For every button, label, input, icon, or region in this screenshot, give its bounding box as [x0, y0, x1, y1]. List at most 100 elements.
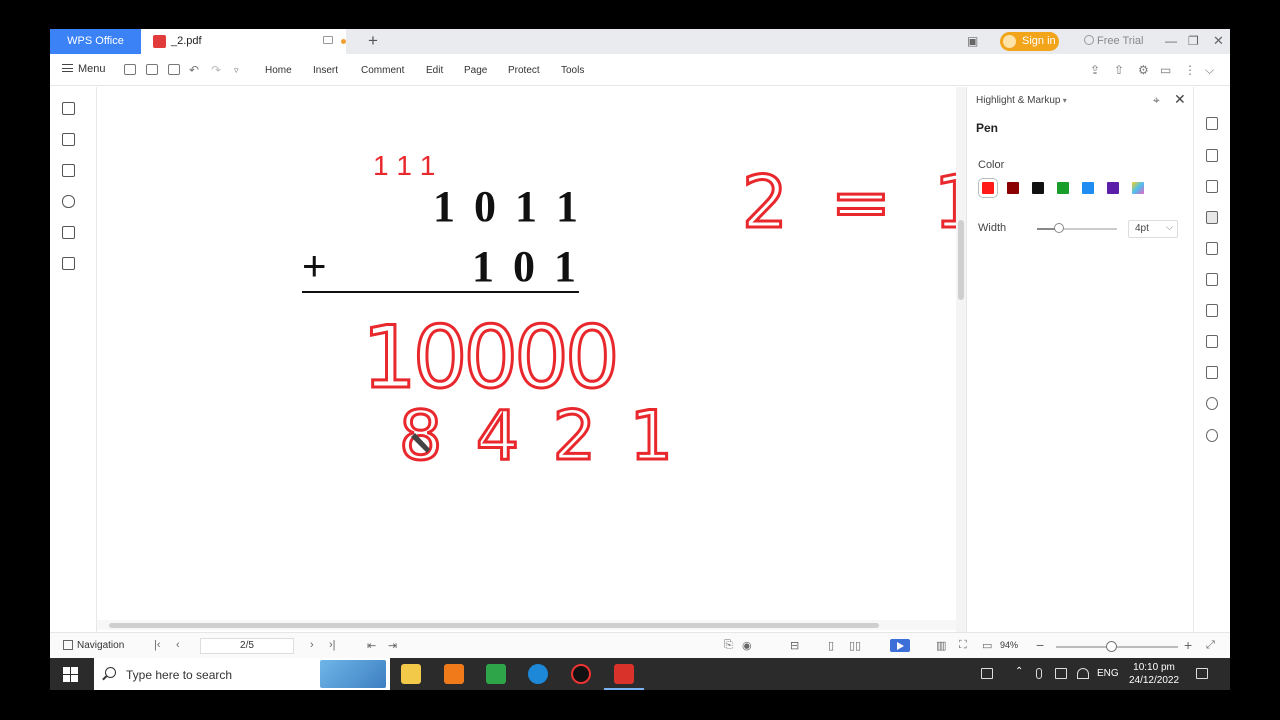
color-swatch-5b1ea8[interactable]	[1107, 182, 1119, 194]
more-icon[interactable]: ⋮	[1184, 63, 1196, 77]
width-select[interactable]: 4pt	[1128, 219, 1178, 238]
comment-icon[interactable]: ▭	[1160, 63, 1171, 77]
tab-insert[interactable]: Insert	[313, 65, 338, 76]
tab-page[interactable]: Page	[464, 65, 487, 76]
color-swatch-ff1a1a[interactable]	[978, 178, 998, 198]
back-icon[interactable]: ⇤	[367, 639, 376, 652]
panel-title-dropdown[interactable]: Highlight & Markup	[976, 95, 1067, 106]
close-panel-icon[interactable]: ✕	[1174, 91, 1186, 108]
export-icon[interactable]: ⎘	[724, 639, 733, 652]
menu-button[interactable]: Menu	[62, 63, 106, 75]
zoom-dropdown-icon[interactable]: ▭	[982, 639, 992, 652]
window-layout-icon[interactable]: ▣	[967, 34, 978, 48]
taskbar-search[interactable]: Type here to search	[94, 658, 390, 690]
share-icon[interactable]: ⇧	[1114, 63, 1124, 77]
color-swatch-8b0000[interactable]	[1007, 182, 1019, 194]
last-page-icon[interactable]: ›|	[329, 639, 336, 651]
horizontal-scrollbar[interactable]	[97, 620, 956, 630]
single-page-icon[interactable]: ▯	[828, 639, 834, 652]
open-icon[interactable]	[124, 64, 136, 75]
columns-view-icon[interactable]: ▥	[936, 639, 946, 652]
microphone-icon[interactable]	[1036, 668, 1042, 679]
undo-icon[interactable]: ↶	[189, 63, 199, 77]
tab-tools[interactable]: Tools	[561, 65, 584, 76]
annotation-icon[interactable]	[62, 164, 75, 177]
cloud-upload-icon[interactable]: ⇪	[1090, 63, 1100, 77]
tab-edit[interactable]: Edit	[426, 65, 443, 76]
first-page-icon[interactable]: |‹	[154, 639, 161, 651]
screenshot-icon[interactable]	[1206, 242, 1218, 255]
zoom-slider-knob[interactable]	[1105, 641, 1117, 652]
crop-icon[interactable]	[1206, 366, 1218, 379]
eye-protection-icon[interactable]: ◉	[742, 639, 752, 652]
xampp-icon[interactable]	[444, 664, 464, 684]
redo-icon[interactable]: ↷	[211, 63, 221, 77]
notifications-icon[interactable]	[1196, 668, 1208, 679]
zoom-out-icon[interactable]: −	[1036, 637, 1044, 653]
page-number-input[interactable]: 2/5	[200, 638, 294, 654]
new-tab-button[interactable]: +	[368, 32, 378, 50]
vertical-scrollbar[interactable]	[956, 87, 966, 632]
quick-access-dropdown-icon[interactable]: ▿	[234, 65, 239, 76]
ocr-search-icon[interactable]	[1206, 397, 1218, 410]
print-icon[interactable]	[168, 64, 180, 75]
tab-comment[interactable]: Comment	[361, 65, 404, 76]
zoom-slider-track[interactable]	[1056, 646, 1178, 648]
fit-width-icon[interactable]: ⊟	[790, 639, 799, 652]
zoom-level[interactable]: 94%	[1000, 640, 1018, 650]
columns-icon[interactable]	[1206, 304, 1218, 317]
wifi-icon[interactable]	[1077, 668, 1089, 679]
wps-office-tab[interactable]: WPS Office	[50, 29, 141, 54]
play-slideshow-button[interactable]	[890, 639, 910, 652]
collapse-ribbon-icon[interactable]: ⌵	[1205, 63, 1214, 78]
zoom-in-icon[interactable]: +	[1184, 637, 1192, 653]
edit-pdf-icon[interactable]	[1206, 149, 1218, 162]
settings-gear-icon[interactable]: ⚙	[1138, 63, 1149, 77]
wps-pdf-icon[interactable]	[604, 664, 644, 690]
screen-recorder-icon[interactable]	[571, 664, 591, 684]
restore-icon[interactable]: ❐	[1188, 34, 1199, 48]
thumbnail-icon[interactable]	[62, 133, 75, 146]
attachment-icon[interactable]	[62, 195, 75, 208]
signature-icon[interactable]	[62, 226, 75, 239]
convert-icon[interactable]	[1206, 180, 1218, 193]
windows-start-icon[interactable]	[63, 667, 78, 682]
notepad-plus-icon[interactable]	[486, 664, 506, 684]
bookmark-icon[interactable]	[62, 102, 75, 115]
previous-page-icon[interactable]: ‹	[176, 639, 180, 651]
file-explorer-icon[interactable]	[401, 664, 421, 684]
markup-icon[interactable]	[1206, 211, 1218, 224]
tab-protect[interactable]: Protect	[508, 65, 540, 76]
two-page-icon[interactable]: ▯▯	[849, 639, 861, 652]
next-page-icon[interactable]: ›	[310, 639, 314, 651]
minimize-icon[interactable]: —	[1165, 34, 1177, 48]
width-slider-knob[interactable]	[1054, 223, 1065, 233]
monitor-icon[interactable]	[323, 36, 333, 44]
show-hidden-icons-icon[interactable]: ⌃	[1015, 666, 1027, 677]
navigation-button[interactable]: Navigation	[63, 640, 124, 651]
horizontal-scroll-thumb[interactable]	[109, 623, 879, 628]
battery-icon[interactable]	[1055, 668, 1067, 679]
document-tab[interactable]: _2.pdf	[141, 29, 346, 54]
edge-icon[interactable]	[528, 664, 548, 684]
sign-in-button[interactable]: Sign in	[1000, 32, 1059, 51]
color-swatch-1e8cf0[interactable]	[1082, 182, 1094, 194]
save-icon[interactable]	[146, 64, 158, 75]
document-canvas[interactable]: 1 1 1 1 0 1 1 + 1 0 1 10000 8 4 2 1 2 = …	[97, 87, 1037, 632]
extract-icon[interactable]	[62, 257, 75, 270]
color-swatch-1a9e2a[interactable]	[1057, 182, 1069, 194]
color-swatch-111111[interactable]	[1032, 182, 1044, 194]
vertical-scroll-thumb[interactable]	[958, 220, 964, 300]
pdf-to-word-icon[interactable]	[1206, 117, 1218, 130]
fullscreen-icon[interactable]: ⤢	[1206, 639, 1215, 652]
clock[interactable]: 10:10 pm 24/12/2022	[1125, 661, 1183, 687]
fit-page-icon[interactable]: ⛶	[959, 639, 967, 652]
keyboard-icon[interactable]	[981, 668, 993, 679]
close-window-icon[interactable]: ✕	[1213, 33, 1224, 49]
sign-icon[interactable]	[1206, 273, 1218, 286]
language-indicator[interactable]: ENG	[1097, 668, 1119, 679]
print-side-icon[interactable]	[1206, 335, 1218, 348]
color-swatch-custom[interactable]	[1132, 182, 1144, 194]
tab-home[interactable]: Home	[265, 65, 292, 76]
free-trial-button[interactable]: Free Trial	[1084, 35, 1143, 47]
